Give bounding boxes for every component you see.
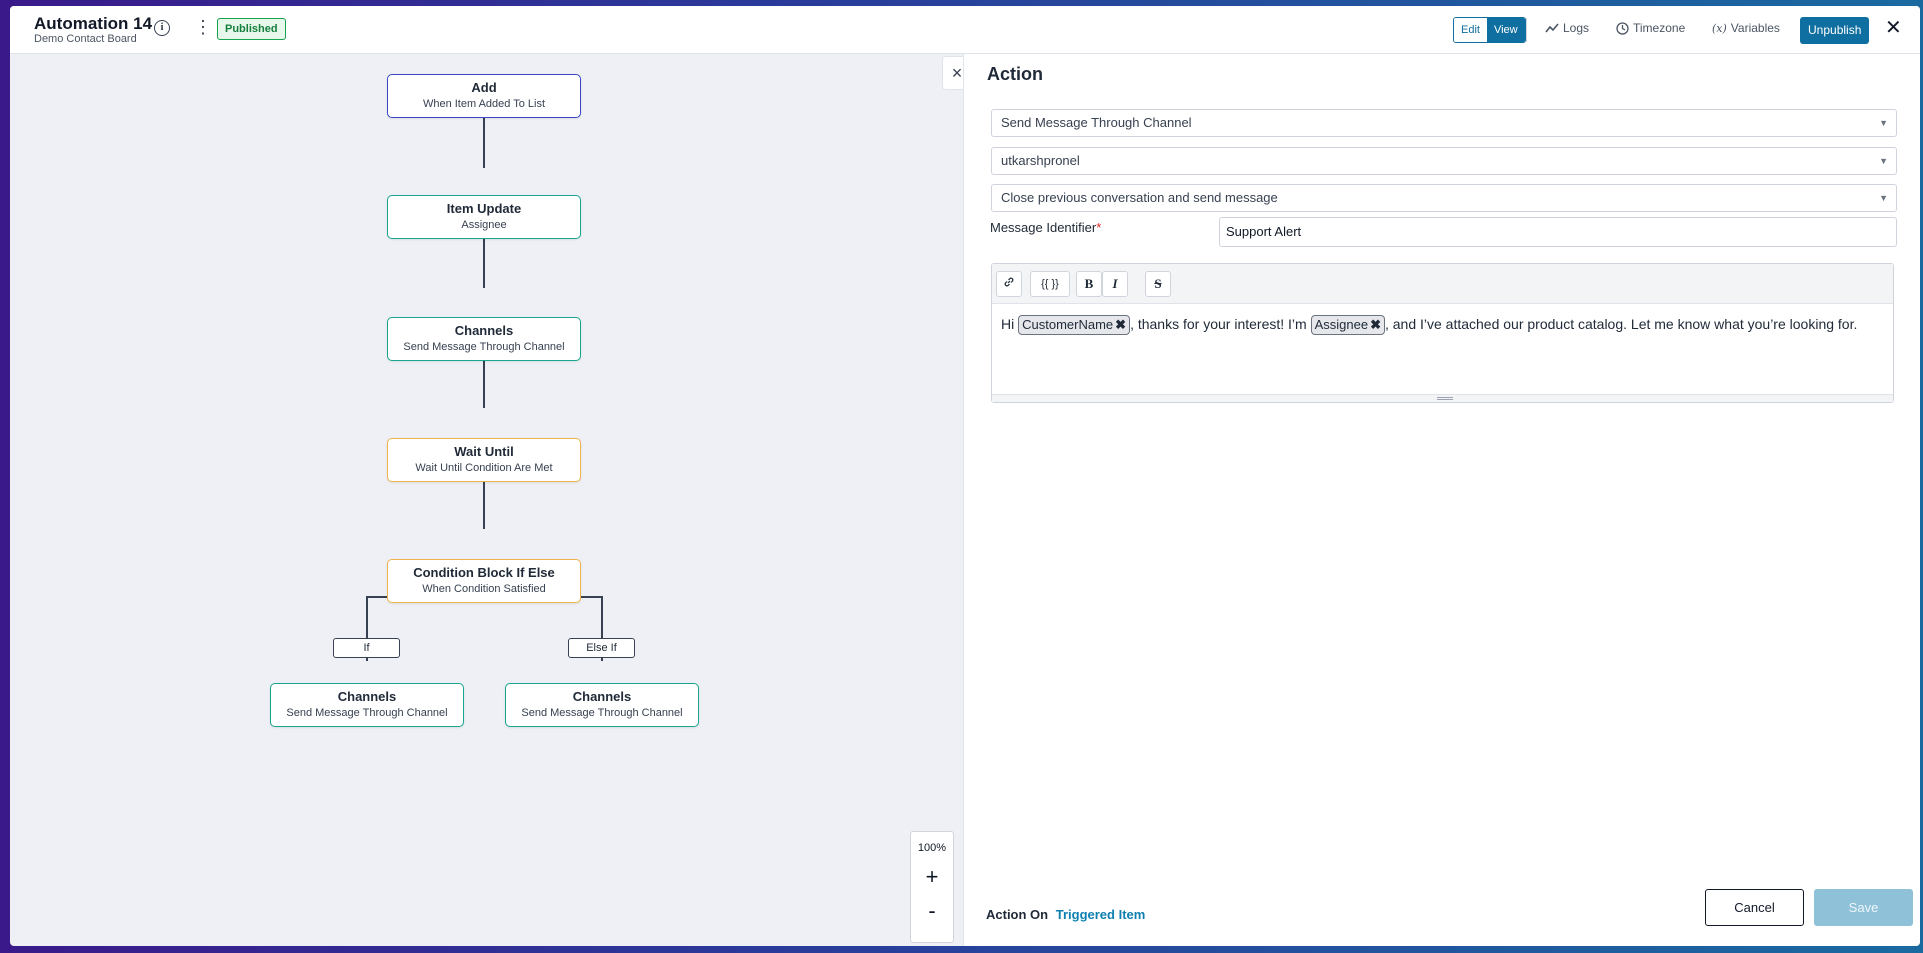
remove-chip-icon[interactable]: ✖ xyxy=(1115,317,1126,332)
variable-chip[interactable]: CustomerName ✖ xyxy=(1018,315,1131,335)
identifier-label-text: Message Identifier xyxy=(990,220,1097,235)
branch-else-label[interactable]: Else If xyxy=(568,638,635,658)
required-asterisk: * xyxy=(1096,220,1102,235)
action-type-select[interactable]: Send Message Through Channel ▼ xyxy=(991,109,1897,137)
node-subtitle: Wait Until Condition Are Met xyxy=(415,462,553,474)
board-name: Demo Contact Board xyxy=(34,33,137,45)
close-icon[interactable]: ✕ xyxy=(1885,18,1902,38)
mode-toggle: Edit View xyxy=(1453,17,1526,43)
message-body[interactable]: Hi CustomerName ✖, thanks for your intere… xyxy=(992,304,1893,345)
node-title: Wait Until xyxy=(454,444,514,459)
node-title: Channels xyxy=(454,323,514,338)
node-subtitle: When Condition Satisfied xyxy=(422,583,546,595)
logs-icon xyxy=(1545,23,1559,33)
message-identifier-input[interactable]: Support Alert xyxy=(1219,217,1897,247)
editor-resize-handle[interactable] xyxy=(992,394,1893,402)
action-on-label: Action On xyxy=(986,907,1049,922)
variable-icon: (x) xyxy=(1712,21,1727,35)
message-editor: {{ }} B I S Hi CustomerName ✖, thanks for… xyxy=(991,263,1894,403)
logs-button[interactable]: Logs xyxy=(1545,21,1589,35)
node-subtitle: Assignee xyxy=(461,219,507,231)
clock-icon xyxy=(1616,21,1629,35)
flow-node-trigger[interactable]: Add When Item Added To List xyxy=(387,74,581,118)
remove-chip-icon[interactable]: ✖ xyxy=(1370,317,1381,332)
automation-title: Automation 14 xyxy=(34,14,153,33)
logs-label: Logs xyxy=(1563,21,1590,35)
zoom-out-button[interactable]: - xyxy=(911,900,953,922)
action-panel: Action Send Message Through Channel ▼ ut… xyxy=(963,54,1920,946)
flow-node-condition[interactable]: Condition Block If Else When Condition S… xyxy=(387,559,581,603)
link-icon xyxy=(1004,277,1014,287)
action-on: Action On Triggered Item xyxy=(986,907,1145,922)
info-icon[interactable]: i xyxy=(154,20,170,36)
bold-button[interactable]: B xyxy=(1076,271,1102,297)
flow-node-channels[interactable]: Channels Send Message Through Channel xyxy=(387,317,581,361)
channel-value: utkarshpronel xyxy=(1001,153,1080,168)
node-title: Add xyxy=(471,80,497,95)
unpublish-button[interactable]: Unpublish xyxy=(1800,17,1870,44)
flow-node-channels-if[interactable]: Channels Send Message Through Channel xyxy=(270,683,464,727)
node-title: Item Update xyxy=(446,201,522,216)
status-badge: Published xyxy=(217,18,286,40)
message-text: Hi xyxy=(1001,316,1015,332)
variable-chip[interactable]: Assignee ✖ xyxy=(1310,315,1385,335)
action-on-link[interactable]: Triggered Item xyxy=(1056,907,1146,922)
cancel-button[interactable]: Cancel xyxy=(1705,889,1804,926)
chip-label: CustomerName xyxy=(1022,317,1114,332)
zoom-in-button[interactable]: + xyxy=(911,866,953,888)
header-divider xyxy=(1526,18,1527,42)
flow-canvas[interactable]: Add When Item Added To List Item Update … xyxy=(10,54,963,946)
node-title: Channels xyxy=(572,689,632,704)
message-text: , thanks for your interest! I’m xyxy=(1130,316,1307,332)
node-subtitle: Send Message Through Channel xyxy=(521,707,683,719)
zoom-level: 100% xyxy=(917,842,947,854)
editor-toolbar: {{ }} B I S xyxy=(992,264,1893,304)
link-button[interactable] xyxy=(996,271,1022,297)
node-subtitle: Send Message Through Channel xyxy=(286,707,448,719)
timezone-button[interactable]: Timezone xyxy=(1616,21,1685,35)
timezone-label: Timezone xyxy=(1633,21,1686,35)
node-title: Condition Block If Else xyxy=(413,565,555,580)
node-subtitle: Send Message Through Channel xyxy=(403,341,565,353)
channel-select[interactable]: utkarshpronel ▼ xyxy=(991,147,1897,175)
chevron-down-icon: ▼ xyxy=(1879,193,1888,203)
strikethrough-button[interactable]: S xyxy=(1145,271,1171,297)
flow-node-channels-else[interactable]: Channels Send Message Through Channel xyxy=(505,683,699,727)
insert-variable-button[interactable]: {{ }} xyxy=(1030,271,1070,297)
panel-title: Action xyxy=(987,64,1043,84)
variables-label: Variables xyxy=(1730,21,1780,35)
message-identifier-label: Message Identifier* xyxy=(990,220,1101,235)
chevron-down-icon: ▼ xyxy=(1879,156,1888,166)
node-subtitle: When Item Added To List xyxy=(422,98,546,110)
resize-grip-icon xyxy=(1437,397,1453,400)
app-window: Automation 14 Demo Contact Board i ⋮ Pub… xyxy=(10,6,1920,946)
node-title: Channels xyxy=(337,689,397,704)
action-type-value: Send Message Through Channel xyxy=(1001,115,1192,130)
more-options-icon[interactable]: ⋮ xyxy=(194,18,212,36)
chevron-down-icon: ▼ xyxy=(1879,118,1888,128)
save-button[interactable]: Save xyxy=(1814,889,1913,926)
mode-edit-button[interactable]: Edit xyxy=(1454,18,1487,42)
variables-button[interactable]: (x) Variables xyxy=(1712,21,1780,35)
mode-view-button[interactable]: View xyxy=(1486,18,1525,42)
message-text: , and I’ve attached our product catalog.… xyxy=(1384,316,1858,332)
flow-node-item-update[interactable]: Item Update Assignee xyxy=(387,195,581,239)
chip-label: Assignee xyxy=(1314,317,1369,332)
top-header: Automation 14 Demo Contact Board i ⋮ Pub… xyxy=(10,6,1920,54)
zoom-controls: 100% + - xyxy=(910,831,954,943)
italic-button[interactable]: I xyxy=(1102,271,1128,297)
conversation-mode-value: Close previous conversation and send mes… xyxy=(1001,190,1278,205)
conversation-mode-select[interactable]: Close previous conversation and send mes… xyxy=(991,184,1897,212)
branch-if-label[interactable]: If xyxy=(333,638,400,658)
flow-node-wait-until[interactable]: Wait Until Wait Until Condition Are Met xyxy=(387,438,581,482)
